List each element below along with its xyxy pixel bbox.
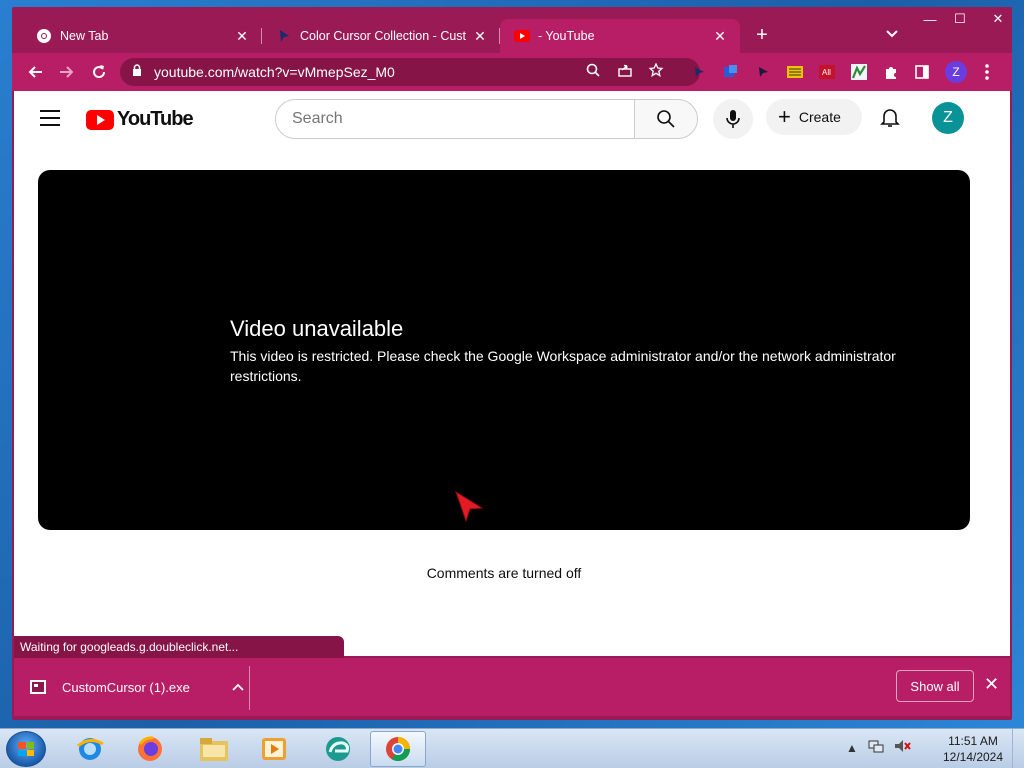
chrome-icon [36, 28, 52, 44]
maximize-button[interactable]: ☐ [945, 9, 975, 29]
green-extension-icon[interactable] [850, 63, 868, 81]
forward-button[interactable] [54, 59, 80, 85]
red-extension-icon[interactable]: All [818, 63, 836, 81]
close-tab-icon[interactable]: ✕ [472, 28, 488, 45]
youtube-logo[interactable]: YouTube [86, 108, 194, 131]
chrome-taskbar-icon[interactable] [370, 731, 426, 767]
forward-arrow-icon [60, 66, 74, 78]
youtube-wordmark: YouTube [117, 108, 194, 130]
system-tray: ▲ [846, 739, 912, 756]
chevron-up-icon[interactable] [232, 680, 244, 694]
download-item[interactable]: CustomCursor (1).exe [30, 672, 244, 702]
media-player-icon[interactable] [246, 731, 302, 767]
minimize-button[interactable]: — [915, 9, 945, 29]
profile-avatar-button[interactable]: Z [945, 61, 967, 83]
notifications-bell-icon[interactable] [878, 105, 902, 129]
taskbar: ▲ 11:51 AM 12/14/2024 [0, 728, 1024, 768]
youtube-play-icon [86, 109, 114, 130]
tab-strip: — ☐ ✕ New Tab ✕ Color Cursor Collection … [12, 7, 1012, 53]
tab-title: Color Cursor Collection - Custom [300, 29, 466, 43]
keyboard-extension-icon[interactable] [786, 63, 804, 81]
close-tab-icon[interactable]: ✕ [712, 28, 728, 45]
edge-icon[interactable] [310, 731, 366, 767]
clock-date: 12/14/2024 [942, 750, 1004, 764]
reload-icon [93, 65, 106, 79]
window-controls: — ☐ ✕ [915, 9, 1021, 31]
file-explorer-icon[interactable] [186, 731, 242, 767]
menu-icon[interactable] [40, 110, 60, 131]
internet-explorer-icon[interactable] [62, 731, 118, 767]
search-icon [657, 110, 675, 128]
close-shelf-icon[interactable]: ✕ [984, 674, 999, 695]
comments-status: Comments are turned off [426, 565, 582, 581]
new-tab-button[interactable]: + [750, 24, 774, 47]
error-title: Video unavailable [230, 316, 404, 341]
download-filename: CustomCursor (1).exe [62, 679, 190, 695]
search-input[interactable]: Search [275, 99, 635, 139]
clock-time: 11:51 AM [948, 734, 998, 748]
tab-new-tab[interactable]: New Tab ✕ [22, 19, 262, 53]
video-player[interactable]: Video unavailable This video is restrict… [38, 170, 970, 530]
tab-title: - YouTube [538, 29, 595, 43]
tab-youtube[interactable]: - YouTube ✕ [500, 19, 740, 53]
status-bubble: Waiting for googleads.g.doubleclick.net.… [14, 636, 344, 658]
tab-color-cursor[interactable]: Color Cursor Collection - Custom ✕ [262, 19, 500, 53]
error-message: This video is restricted. Please check t… [230, 348, 896, 384]
create-label: Create [798, 109, 841, 125]
tab-title: New Tab [60, 29, 109, 43]
back-arrow-icon [28, 66, 42, 78]
cursor-extension-icon[interactable] [690, 63, 708, 81]
network-icon[interactable] [868, 739, 884, 756]
start-button[interactable] [6, 731, 46, 767]
volume-muted-icon[interactable] [894, 739, 912, 756]
back-button[interactable] [22, 59, 48, 85]
search-placeholder: Search [292, 110, 343, 127]
lock-icon [132, 64, 142, 79]
tabs: New Tab ✕ Color Cursor Collection - Cust… [22, 19, 740, 53]
bookmark-star-icon[interactable] [648, 62, 664, 80]
tab-search-button[interactable] [886, 25, 898, 41]
zoom-search-icon[interactable] [586, 63, 600, 80]
mouse-cursor-icon [454, 490, 484, 527]
reload-button[interactable] [86, 59, 112, 85]
browser-toolbar: youtube.com/watch?v=vMmepSez_M0 All Z [12, 53, 1012, 91]
cursor-icon [276, 28, 292, 44]
search-button[interactable] [634, 99, 698, 139]
download-shelf: CustomCursor (1).exe Show all ✕ [14, 658, 1010, 716]
share-icon[interactable] [618, 63, 632, 80]
cursor-extension-icon-2[interactable] [754, 63, 772, 81]
svg-text:All: All [822, 68, 831, 77]
system-clock[interactable]: 11:51 AM 12/14/2024 [940, 733, 1006, 765]
browser-window: — ☐ ✕ New Tab ✕ Color Cursor Collection … [12, 7, 1012, 720]
show-hidden-icons-icon[interactable]: ▲ [846, 741, 858, 755]
youtube-header: YouTube Search + Create Z [14, 91, 1010, 147]
extensions-puzzle-icon[interactable] [882, 63, 900, 81]
address-bar[interactable]: youtube.com/watch?v=vMmepSez_M0 [120, 58, 700, 86]
side-panel-icon[interactable] [913, 63, 931, 81]
show-all-button[interactable]: Show all [896, 670, 974, 702]
youtube-icon [514, 28, 530, 44]
web-page: YouTube Search + Create Z Video unavaila… [14, 91, 1010, 656]
plus-icon: + [778, 104, 791, 129]
create-button[interactable]: + Create [766, 99, 862, 135]
account-avatar[interactable]: Z [932, 102, 964, 134]
firefox-icon[interactable] [122, 731, 178, 767]
voice-search-button[interactable] [713, 99, 753, 139]
microphone-icon [726, 110, 740, 128]
url-text: youtube.com/watch?v=vMmepSez_M0 [154, 64, 395, 80]
executable-file-icon [30, 680, 46, 694]
close-tab-icon[interactable]: ✕ [234, 28, 250, 45]
windows-logo-icon [18, 742, 34, 756]
close-window-button[interactable]: ✕ [975, 9, 1021, 29]
translate-extension-icon[interactable] [722, 63, 740, 81]
kebab-menu-icon[interactable] [978, 63, 996, 81]
show-desktop-button[interactable] [1012, 729, 1024, 768]
divider [249, 666, 250, 710]
